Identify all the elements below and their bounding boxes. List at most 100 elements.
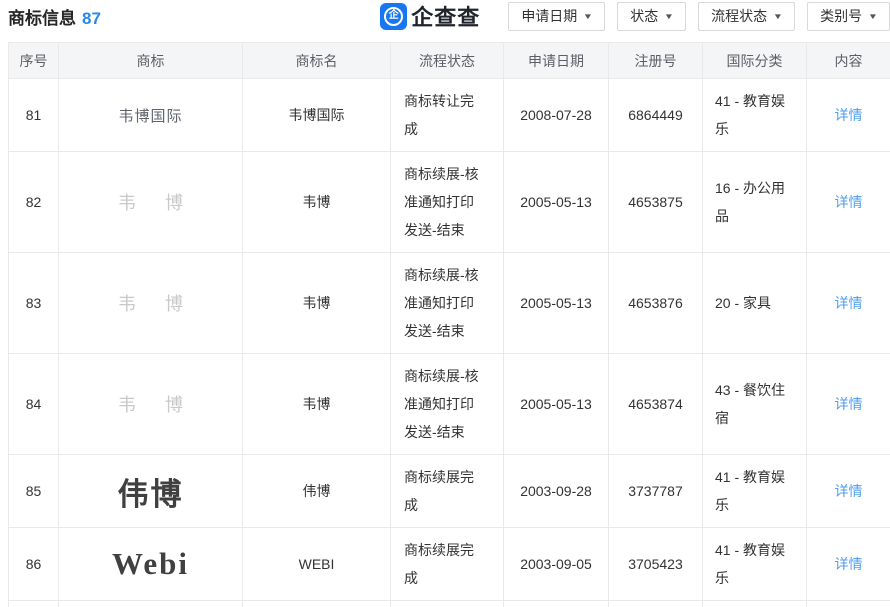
row-number: 85 — [9, 455, 59, 528]
registration-number: 3705423 — [609, 528, 703, 601]
process-status: 商标续展-核准通知打印发送-结束 — [391, 354, 504, 455]
application-date: 2005-05-13 — [504, 354, 609, 455]
qichacha-logo[interactable]: 企 企查查 — [380, 0, 480, 32]
application-date: 2008-07-28 — [504, 79, 609, 152]
trademark-image[interactable]: 韦 博 — [106, 391, 195, 417]
process-status: 商标续展完成 — [391, 601, 504, 607]
chevron-down-icon: ▼ — [583, 12, 593, 21]
col-header-content: 内容 — [807, 43, 890, 79]
trademark-image-cell: 韦 博 — [59, 354, 243, 455]
application-date: 2003-09-28 — [504, 455, 609, 528]
top-bar: 商标信息 87 企 企查查 申请日期 ▼ 状态 ▼ 流程状态 ▼ 类别号 ▼ — [0, 0, 890, 42]
trademark-name: 伟博 — [243, 455, 391, 528]
chevron-down-icon: ▼ — [773, 12, 783, 21]
content-cell: 详情 — [807, 601, 890, 607]
logo-glyph: 企 — [384, 7, 403, 26]
detail-link[interactable]: 详情 — [835, 483, 863, 499]
row-number: 83 — [9, 253, 59, 354]
filter-process-status[interactable]: 流程状态 ▼ — [698, 2, 795, 31]
trademark-image[interactable]: Webi — [112, 546, 189, 582]
page-title: 商标信息 — [8, 9, 76, 28]
table-row: 84 韦 博 韦博商标续展-核准通知打印发送-结束2005-05-134653874… — [9, 354, 890, 455]
table-row: 86WebiWEBI商标续展完成2003-09-05370542341 - 教育… — [9, 528, 890, 601]
content-cell: 详情 — [807, 455, 890, 528]
filter-buttons: 申请日期 ▼ 状态 ▼ 流程状态 ▼ 类别号 ▼ — [496, 2, 890, 31]
process-status: 商标续展-核准通知打印发送-结束 — [391, 152, 504, 253]
row-number: 87 — [9, 601, 59, 607]
page-title-count: 87 — [82, 9, 101, 28]
intl-classification: 41 - 教育娱乐 — [703, 79, 807, 152]
intl-classification: 41 - 教育娱乐 — [703, 601, 807, 607]
content-cell: 详情 — [807, 354, 890, 455]
page-title-wrap: 商标信息 87 — [8, 4, 101, 29]
filter-category-number[interactable]: 类别号 ▼ — [807, 2, 890, 31]
table-row: 85伟博伟博商标续展完成2003-09-28373778741 - 教育娱乐详情 — [9, 455, 890, 528]
chevron-down-icon: ▼ — [868, 12, 878, 21]
filter-label: 类别号 — [820, 6, 862, 26]
registration-number: 3180423 — [609, 601, 703, 607]
trademark-table-wrap: 序号 商标 商标名 流程状态 申请日期 注册号 国际分类 内容 81韦博国际韦博… — [8, 42, 890, 607]
intl-classification: 20 - 家具 — [703, 253, 807, 354]
intl-classification: 41 - 教育娱乐 — [703, 528, 807, 601]
process-status: 商标续展完成 — [391, 455, 504, 528]
trademark-name: 韦博国际 — [243, 79, 391, 152]
filter-status[interactable]: 状态 ▼ — [617, 2, 686, 31]
detail-link[interactable]: 详情 — [835, 107, 863, 123]
registration-number: 3737787 — [609, 455, 703, 528]
intl-classification: 43 - 餐饮住宿 — [703, 354, 807, 455]
col-header-serial: 序号 — [9, 43, 59, 79]
row-number: 82 — [9, 152, 59, 253]
content-cell: 详情 — [807, 79, 890, 152]
trademark-name: 韦博 — [243, 354, 391, 455]
trademark-image-cell: 韦 博 — [59, 152, 243, 253]
detail-link[interactable]: 详情 — [835, 295, 863, 311]
table-body: 81韦博国际韦博国际商标转让完成2008-07-28686444941 - 教育… — [9, 79, 890, 607]
registration-number: 4653874 — [609, 354, 703, 455]
col-header-process-status: 流程状态 — [391, 43, 504, 79]
top-right-controls: 企 企查查 申请日期 ▼ 状态 ▼ 流程状态 ▼ 类别号 ▼ — [380, 0, 890, 32]
application-date: 2002-05-20 — [504, 601, 609, 607]
table-row: 87韦博韦博商标续展完成2002-05-20318042341 - 教育娱乐详情 — [9, 601, 890, 607]
trademark-image-cell: 韦 博 — [59, 253, 243, 354]
trademark-image-cell: 韦博国际 — [59, 79, 243, 152]
trademark-image[interactable]: 伟博 — [118, 469, 184, 514]
detail-link[interactable]: 详情 — [835, 194, 863, 210]
col-header-registration-number: 注册号 — [609, 43, 703, 79]
table-header-row: 序号 商标 商标名 流程状态 申请日期 注册号 国际分类 内容 — [9, 43, 890, 79]
intl-classification: 41 - 教育娱乐 — [703, 455, 807, 528]
application-date: 2003-09-05 — [504, 528, 609, 601]
registration-number: 4653875 — [609, 152, 703, 253]
col-header-intl-classification: 国际分类 — [703, 43, 807, 79]
filter-label: 状态 — [630, 6, 658, 26]
trademark-image-cell: 韦博 — [59, 601, 243, 607]
row-number: 81 — [9, 79, 59, 152]
row-number: 84 — [9, 354, 59, 455]
registration-number: 4653876 — [609, 253, 703, 354]
process-status: 商标续展-核准通知打印发送-结束 — [391, 253, 504, 354]
filter-label: 申请日期 — [521, 6, 577, 26]
trademark-name: 韦博 — [243, 253, 391, 354]
trademark-image[interactable]: 韦 博 — [106, 290, 195, 316]
detail-link[interactable]: 详情 — [835, 396, 863, 412]
row-number: 86 — [9, 528, 59, 601]
filter-label: 流程状态 — [711, 6, 767, 26]
table-row: 83 韦 博 韦博商标续展-核准通知打印发送-结束2005-05-134653876… — [9, 253, 890, 354]
trademark-image-cell: 伟博 — [59, 455, 243, 528]
process-status: 商标续展完成 — [391, 528, 504, 601]
trademark-name: 韦博 — [243, 601, 391, 607]
trademark-image-cell: Webi — [59, 528, 243, 601]
process-status: 商标转让完成 — [391, 79, 504, 152]
col-header-application-date: 申请日期 — [504, 43, 609, 79]
content-cell: 详情 — [807, 528, 890, 601]
col-header-trademark-name: 商标名 — [243, 43, 391, 79]
detail-link[interactable]: 详情 — [835, 556, 863, 572]
application-date: 2005-05-13 — [504, 253, 609, 354]
trademark-table: 序号 商标 商标名 流程状态 申请日期 注册号 国际分类 内容 81韦博国际韦博… — [8, 42, 890, 607]
trademark-image[interactable]: 韦 博 — [106, 189, 195, 215]
qichacha-logo-icon: 企 — [380, 3, 407, 30]
filter-application-date[interactable]: 申请日期 ▼ — [508, 2, 605, 31]
trademark-image[interactable]: 韦博国际 — [118, 105, 182, 126]
application-date: 2005-05-13 — [504, 152, 609, 253]
registration-number: 6864449 — [609, 79, 703, 152]
content-cell: 详情 — [807, 253, 890, 354]
